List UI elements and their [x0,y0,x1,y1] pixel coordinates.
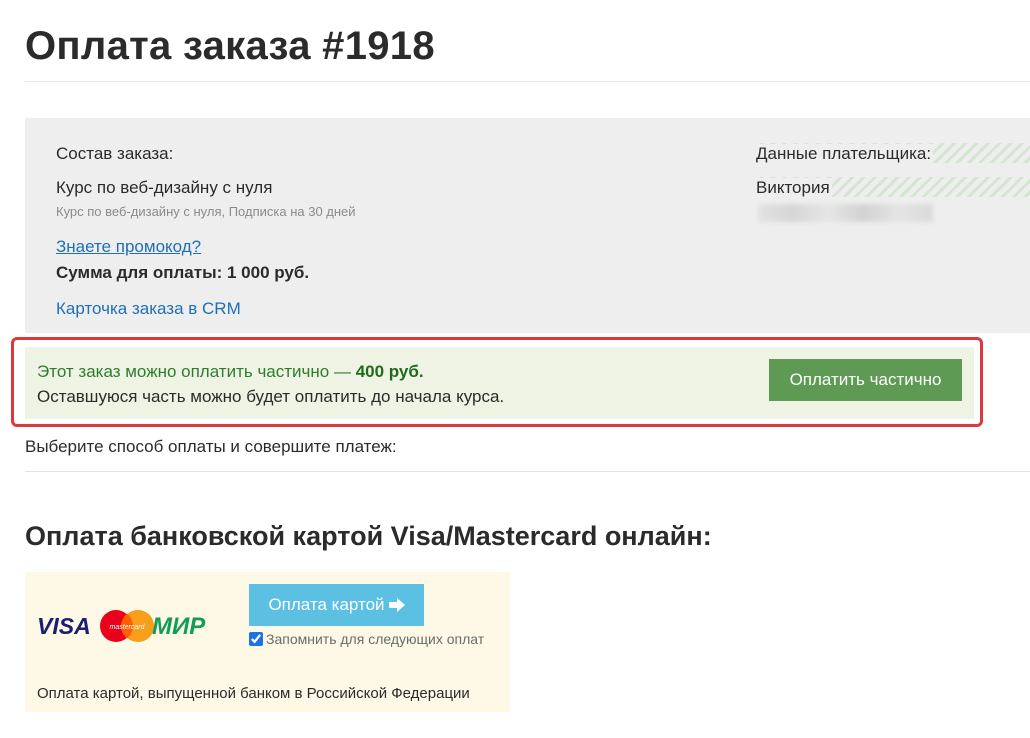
card-payment-title: Оплата банковской картой Visa/Mastercard… [25,521,712,551]
remember-card-row[interactable]: Запомнить для следующих оплат [249,631,484,647]
remember-card-checkbox[interactable] [249,632,263,646]
order-composition-label: Состав заказа: [56,144,174,163]
pay-by-card-label: Оплата картой [268,595,385,614]
order-summary-panel: Состав заказа: Курс по веб-дизайну с нул… [25,118,1030,333]
pay-by-card-button[interactable]: Оплата картой [249,584,424,626]
crm-card-link[interactable]: Карточка заказа в CRM [56,299,241,319]
arrow-right-icon [388,598,405,612]
section-divider [25,471,1030,472]
remember-card-label: Запомнить для следующих оплат [266,631,485,647]
mastercard-logo-text: mastercard [109,624,145,631]
highlight-frame [11,337,983,427]
card-payment-panel: VISA mastercard МИР Оплата картой Запомн… [25,572,510,712]
card-payment-note: Оплата картой, выпущенной банком в Росси… [37,685,470,702]
payment-systems-logos: VISA mastercard МИР [37,610,206,642]
visa-logo: VISA [37,613,91,639]
order-item-details: Курс по веб-дизайну с нуля, Подписка на … [56,204,356,219]
choose-payment-method-text: Выберите способ оплаты и совершите плате… [25,437,397,456]
order-item-name: Курс по веб-дизайну с нуля [56,178,273,197]
payer-data-label: Данные плательщика: [756,144,934,164]
order-total: Сумма для оплаты: 1 000 руб. [56,263,310,282]
mir-logo: МИР [152,613,206,640]
promo-code-link[interactable]: Знаете промокод? [56,237,201,257]
page-title: Оплата заказа #1918 [25,24,435,68]
title-divider [25,81,1030,82]
payer-name: Виктория [756,178,832,198]
payer-contact-redacted [758,204,933,222]
